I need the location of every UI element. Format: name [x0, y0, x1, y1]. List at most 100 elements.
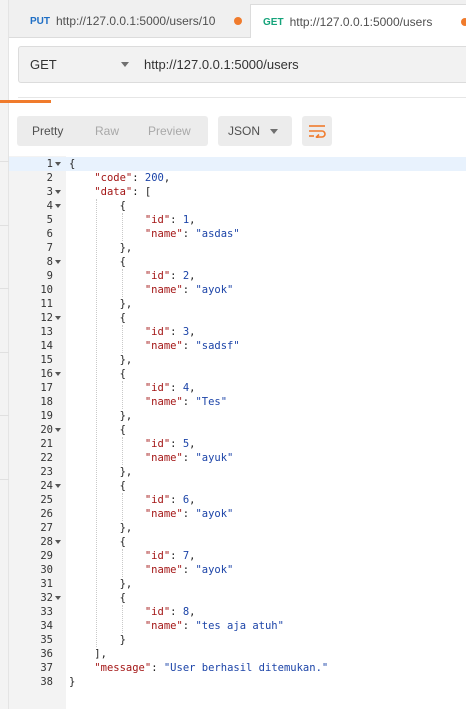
code-line: 33 "id": 8,	[9, 605, 466, 619]
code-text: }	[69, 676, 76, 688]
code-line: 1{	[9, 157, 466, 171]
line-number: 24	[40, 480, 53, 492]
line-number: 28	[40, 536, 53, 548]
line-number: 6	[46, 228, 53, 240]
line-number: 31	[40, 578, 53, 590]
line-number: 37	[40, 662, 53, 674]
unsaved-dot-icon	[461, 18, 466, 26]
code-line: 12 {	[9, 311, 466, 325]
fold-arrow-icon[interactable]	[55, 190, 61, 194]
view-mode-pretty[interactable]: Pretty	[17, 116, 95, 146]
code-line: 31 },	[9, 577, 466, 591]
code-line: 13 "id": 3,	[9, 325, 466, 339]
code-text: },	[69, 242, 133, 254]
code-text: },	[69, 354, 133, 366]
code-text: "id": 4,	[144, 382, 196, 394]
wrap-lines-button[interactable]	[302, 116, 332, 146]
sidebar-separator	[0, 288, 9, 289]
fold-arrow-icon[interactable]	[55, 540, 61, 544]
unsaved-dot-icon	[234, 17, 242, 25]
fold-arrow-icon[interactable]	[55, 596, 61, 600]
line-number: 22	[40, 452, 53, 464]
tab-url: http://127.0.0.1:5000/users	[289, 15, 433, 29]
code-text: "name": "tes aja atuh"	[144, 620, 284, 632]
indent-guide	[121, 549, 123, 577]
code-line: 6 "name": "asdas"	[9, 227, 466, 241]
code-line: 5 "id": 1,	[9, 213, 466, 227]
tab-get-users[interactable]: GET http://127.0.0.1:5000/users	[250, 4, 466, 39]
tab-put-users-10[interactable]: PUT http://127.0.0.1:5000/users/10	[15, 4, 248, 38]
fold-arrow-icon[interactable]	[55, 372, 61, 376]
code-line: 14 "name": "sadsf"	[9, 339, 466, 353]
code-line: 36 ],	[9, 647, 466, 661]
code-text: "name": "asdas"	[144, 228, 240, 240]
fold-arrow-icon[interactable]	[55, 260, 61, 264]
line-number: 27	[40, 522, 53, 534]
code-text: },	[69, 466, 133, 478]
line-number: 35	[40, 634, 53, 646]
line-number: 21	[40, 438, 53, 450]
response-body-editor[interactable]: 1{2 "code": 200, 3 "data": [4 {5 "id": 1,…	[9, 156, 466, 709]
line-number: 26	[40, 508, 53, 520]
response-toolbar: Pretty Raw Preview JSON	[9, 104, 466, 156]
code-line: 10 "name": "ayok"	[9, 283, 466, 297]
code-text: "name": "ayok"	[144, 284, 234, 296]
url-input[interactable]: http://127.0.0.1:5000/users	[133, 46, 466, 83]
line-number: 7	[46, 242, 53, 254]
code-text: "name": "ayok"	[144, 564, 234, 576]
code-text: {	[69, 592, 126, 604]
code-line: 32 {	[9, 591, 466, 605]
line-number: 20	[40, 424, 53, 436]
line-number: 33	[40, 606, 53, 618]
code-text: },	[69, 578, 133, 590]
code-line: 18 "name": "Tes"	[9, 395, 466, 409]
line-number: 16	[40, 368, 53, 380]
format-select[interactable]: JSON	[218, 116, 292, 146]
view-mode-raw[interactable]: Raw	[95, 116, 148, 146]
tab-method-put: PUT	[30, 15, 50, 27]
code-line: 22 "name": "ayuk"	[9, 451, 466, 465]
view-mode-preview[interactable]: Preview	[148, 116, 208, 146]
code-text: },	[69, 298, 133, 310]
indent-guide	[121, 325, 123, 353]
code-line: 8 {	[9, 255, 466, 269]
code-text: "name": "ayuk"	[144, 452, 234, 464]
method-select[interactable]: GET	[18, 46, 140, 83]
sidebar-separator	[0, 352, 9, 353]
code-text: {	[69, 424, 126, 436]
code-text: "data": [	[94, 186, 152, 198]
line-number: 19	[40, 410, 53, 422]
code-line: 34 "name": "tes aja atuh"	[9, 619, 466, 633]
code-text: {	[69, 480, 126, 492]
line-number: 13	[40, 326, 53, 338]
fold-arrow-icon[interactable]	[55, 428, 61, 432]
sidebar-separator	[0, 161, 9, 162]
fold-arrow-icon[interactable]	[55, 204, 61, 208]
code-line: 16 {	[9, 367, 466, 381]
code-text: "name": "Tes"	[144, 396, 228, 408]
code-line: 27 },	[9, 521, 466, 535]
code-line: 19 },	[9, 409, 466, 423]
sidebar-separator	[0, 415, 9, 416]
left-sidebar-strip	[0, 0, 9, 709]
fold-arrow-icon[interactable]	[55, 162, 61, 166]
indent-guide	[121, 605, 123, 633]
postman-window: PUT http://127.0.0.1:5000/users/10 GET h…	[0, 0, 466, 709]
line-number: 14	[40, 340, 53, 352]
code-line: 37 "message": "User berhasil ditemukan."	[9, 661, 466, 675]
fold-arrow-icon[interactable]	[55, 316, 61, 320]
code-text: {	[69, 158, 76, 170]
line-number: 36	[40, 648, 53, 660]
fold-arrow-icon[interactable]	[55, 484, 61, 488]
line-number: 17	[40, 382, 53, 394]
tab-bar: PUT http://127.0.0.1:5000/users/10 GET h…	[9, 0, 466, 39]
line-number: 23	[40, 466, 53, 478]
line-number: 3	[46, 186, 53, 198]
code-line: 29 "id": 7,	[9, 549, 466, 563]
code-line: 26 "name": "ayok"	[9, 507, 466, 521]
sidebar-separator	[0, 479, 9, 480]
method-select-value: GET	[30, 57, 57, 72]
code-text: },	[69, 410, 133, 422]
code-text: "id": 2,	[144, 270, 196, 282]
code-line: 38}	[9, 675, 466, 689]
